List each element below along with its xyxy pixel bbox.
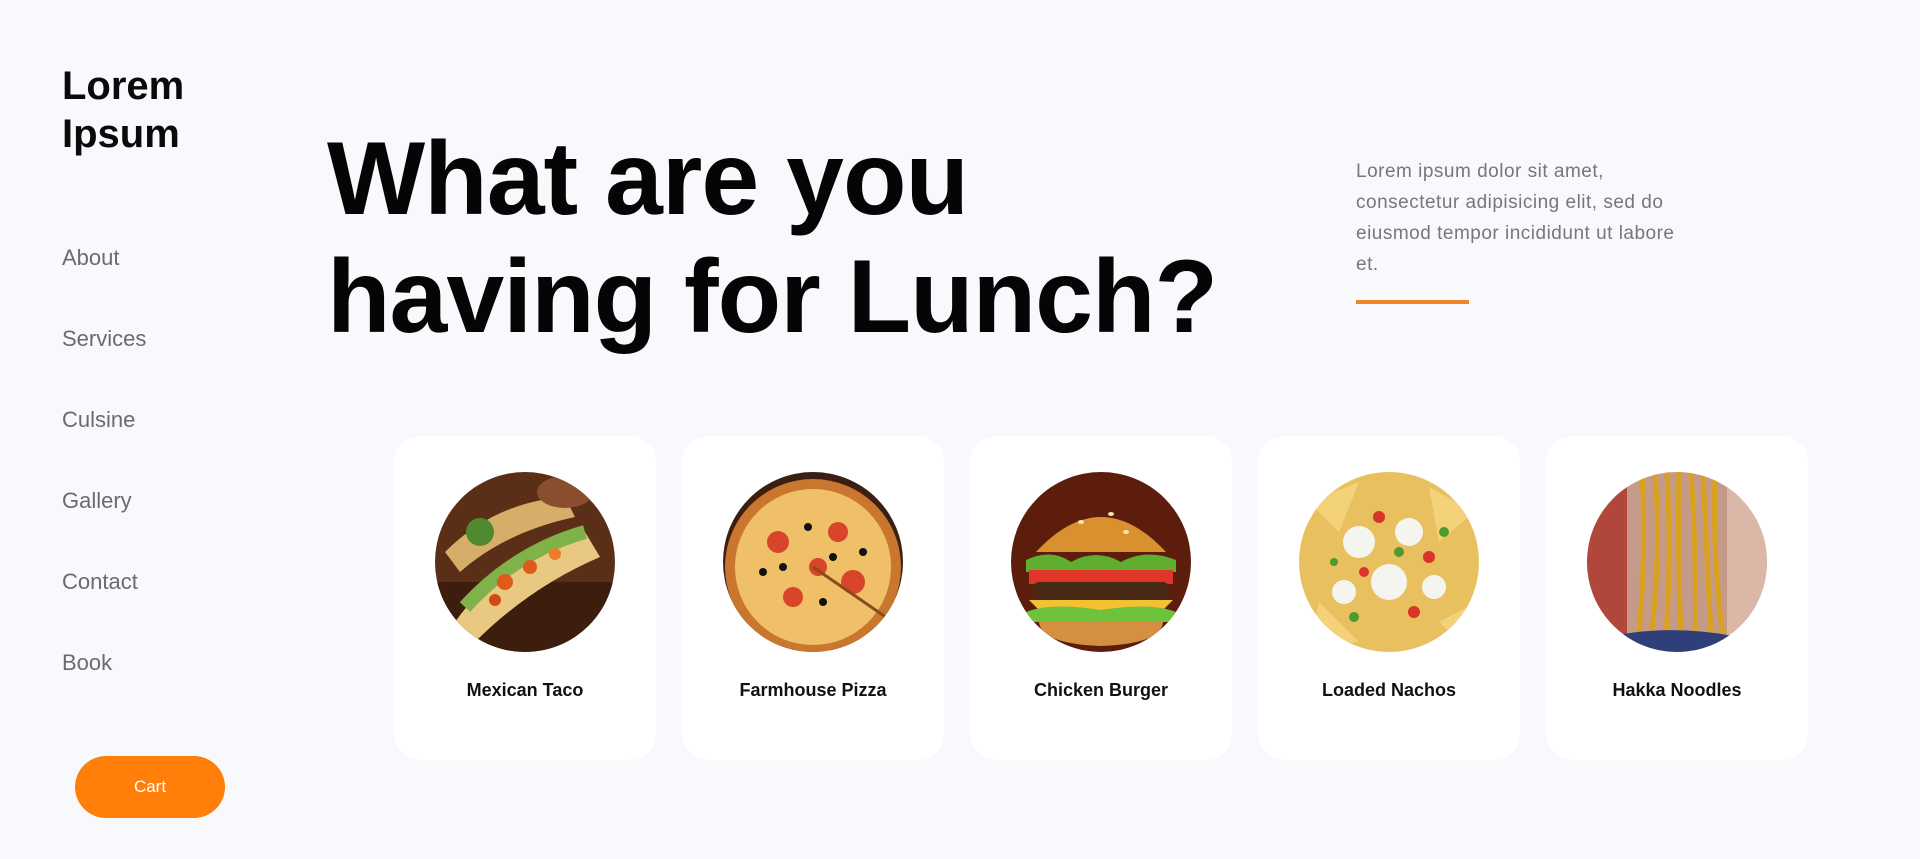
sidebar-nav: About Services Culsine Gallery Contact B… <box>62 238 146 724</box>
burger-photo <box>1011 472 1191 652</box>
nav-item-gallery[interactable]: Gallery <box>62 481 146 562</box>
hero-intro-text: Lorem ipsum dolor sit amet, consectetur … <box>1356 161 1675 275</box>
menu-item-name: Farmhouse Pizza <box>739 680 887 700</box>
nav-item-cuisine[interactable]: Culsine <box>62 400 146 481</box>
nav-item-book[interactable]: Book <box>62 643 146 724</box>
brand-logo[interactable]: Lorem Ipsum <box>62 62 242 158</box>
nav-item-services[interactable]: Services <box>62 319 146 400</box>
nav-item-contact[interactable]: Contact <box>62 562 146 643</box>
noodles-photo <box>1587 472 1767 652</box>
pizza-photo <box>723 472 903 652</box>
menu-card-nachos[interactable]: Loaded Nachos <box>1258 436 1520 760</box>
intro-accent-rule <box>1356 300 1469 304</box>
menu-cards: Mexican Taco Farmhouse Pizza Chicken Bur… <box>394 436 1808 760</box>
menu-item-name: Hakka Noodles <box>1612 680 1742 700</box>
menu-card-pizza[interactable]: Farmhouse Pizza <box>682 436 944 760</box>
hero-headline: What are you having for Lunch? <box>327 121 1218 355</box>
menu-card-taco[interactable]: Mexican Taco <box>394 436 656 760</box>
menu-card-noodles[interactable]: Hakka Noodles <box>1546 436 1808 760</box>
nav-item-about[interactable]: About <box>62 238 146 319</box>
landing-page: Lorem Ipsum About Services Culsine Galle… <box>0 0 1920 859</box>
menu-card-burger[interactable]: Chicken Burger <box>970 436 1232 760</box>
menu-item-name: Loaded Nachos <box>1321 680 1457 700</box>
taco-photo <box>435 472 615 652</box>
menu-item-name: Chicken Burger <box>1033 680 1169 700</box>
cart-button[interactable]: Cart <box>75 756 225 818</box>
menu-item-name: Mexican Taco <box>466 680 584 700</box>
nachos-photo <box>1299 472 1479 652</box>
